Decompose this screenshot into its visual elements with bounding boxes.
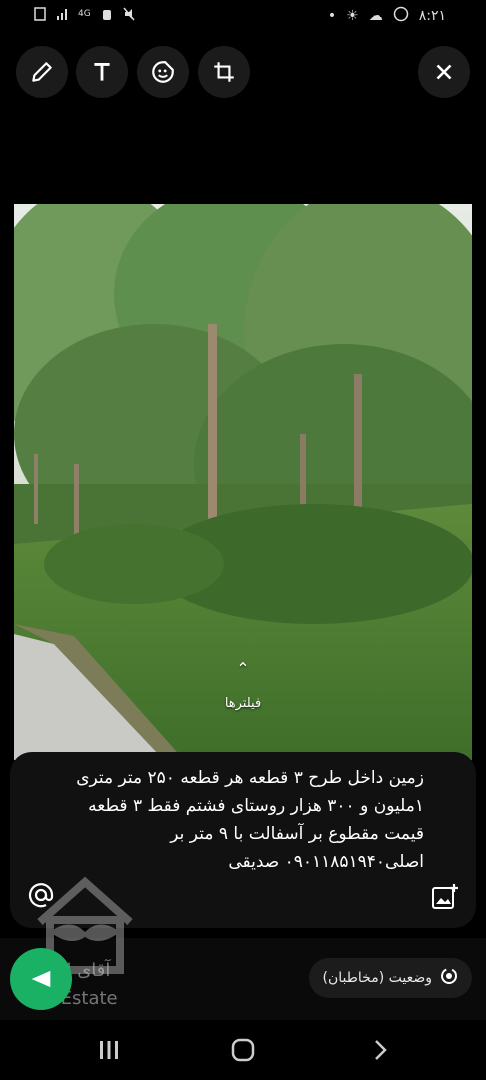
chevron-up-icon: ⌃	[236, 659, 250, 678]
home-icon	[231, 1038, 255, 1062]
pencil-button[interactable]	[16, 46, 68, 98]
filters-label: فیلترها	[224, 696, 262, 711]
recents-button[interactable]	[95, 1038, 123, 1062]
cloud-icon: ☁	[368, 8, 383, 24]
editor-toolbar	[0, 46, 486, 100]
back-button[interactable]	[366, 1038, 394, 1062]
add-media-icon[interactable]	[430, 882, 460, 912]
home-button[interactable]	[229, 1038, 257, 1062]
alarm-icon	[101, 7, 113, 21]
text-button[interactable]	[76, 46, 128, 98]
filters-hint[interactable]: ⌃ فیلترها	[0, 659, 486, 712]
recents-icon	[100, 1041, 118, 1059]
pencil-icon	[32, 62, 52, 82]
send-icon	[31, 970, 51, 988]
send-button[interactable]	[10, 948, 72, 1010]
sticker-button[interactable]	[137, 46, 189, 98]
crop-rotate-button[interactable]	[198, 46, 250, 98]
system-nav-bar	[0, 1020, 486, 1080]
close-icon	[436, 64, 452, 80]
status-left: 4G	[34, 7, 135, 21]
mute-icon	[123, 7, 135, 21]
close-button[interactable]	[418, 46, 470, 98]
audience-label: وضعیت (مخاطبان)	[322, 970, 432, 986]
audience-selector[interactable]: وضعیت (مخاطبان)	[308, 958, 472, 998]
status-bar: 4G • ☀ ☁ ۸:۲۱	[0, 0, 486, 32]
sticker-icon	[152, 61, 174, 83]
whatsapp-icon	[393, 6, 409, 26]
network-type-label: 4G	[78, 9, 91, 19]
back-chevron-icon	[375, 1040, 387, 1060]
weather-icon: ☀	[346, 8, 359, 24]
gallery-icon	[34, 7, 46, 21]
clock: ۸:۲۱	[418, 8, 446, 24]
text-icon	[94, 63, 110, 81]
crop-rotate-icon	[214, 62, 234, 82]
status-right: • ☀ ☁ ۸:۲۱	[328, 6, 446, 26]
signal-icon	[56, 7, 68, 21]
dot-icon: •	[327, 8, 337, 24]
caption-input[interactable]: زمین داخل طرح ۳ قطعه هر قطعه ۲۵۰ متر متر…	[64, 764, 424, 876]
status-ring-icon	[440, 967, 458, 989]
